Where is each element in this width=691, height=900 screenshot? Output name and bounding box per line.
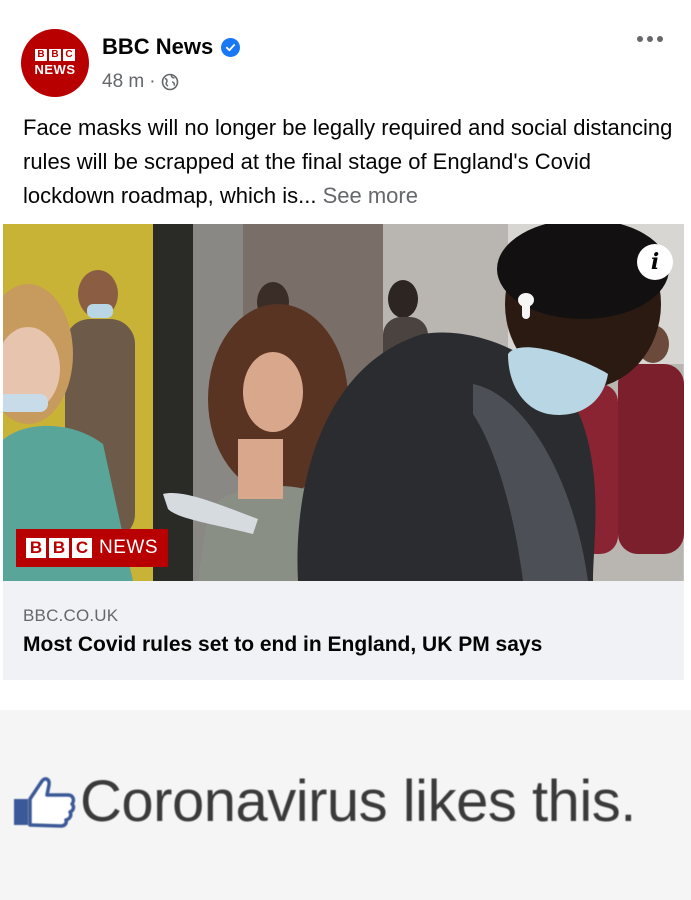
bbc-news-logo: B B C NEWS — [16, 529, 168, 567]
post-text: Face masks will no longer be legally req… — [23, 111, 673, 213]
post-meta: 48 m · — [102, 71, 179, 93]
thumbs-up-like-icon — [12, 775, 78, 829]
link-preview-image[interactable]: i B B C NEWS — [3, 224, 684, 581]
post-timestamp[interactable]: 48 m — [102, 71, 144, 93]
link-domain: BBC.CO.UK — [23, 606, 119, 625]
post-header: B B C NEWS BBC News 48 m · — [0, 0, 691, 110]
meta-separator: · — [149, 71, 156, 92]
page-name[interactable]: BBC News — [102, 34, 241, 60]
link-title[interactable]: Most Covid rules set to end in England, … — [23, 633, 542, 657]
link-preview-card[interactable]: i B B C NEWS BBC.CO.UK Most Covid rules … — [0, 224, 691, 680]
caption: Coronavirus likes this. — [12, 768, 636, 835]
link-info[interactable]: BBC.CO.UK Most Covid rules set to end in… — [3, 581, 684, 680]
avatar[interactable]: B B C NEWS — [21, 29, 89, 97]
globe-icon — [161, 73, 179, 91]
bbc-logo: B B C — [35, 49, 75, 61]
verified-badge-icon — [221, 37, 241, 57]
info-icon[interactable]: i — [637, 244, 673, 280]
avatar-news-label: NEWS — [34, 62, 76, 77]
page-name-label[interactable]: BBC News — [102, 34, 213, 60]
caption-area: Coronavirus likes this. — [0, 710, 691, 900]
more-options-icon[interactable] — [637, 36, 663, 42]
caption-text: Coronavirus likes this. — [80, 769, 636, 834]
see-more-link[interactable]: See more — [323, 183, 418, 208]
